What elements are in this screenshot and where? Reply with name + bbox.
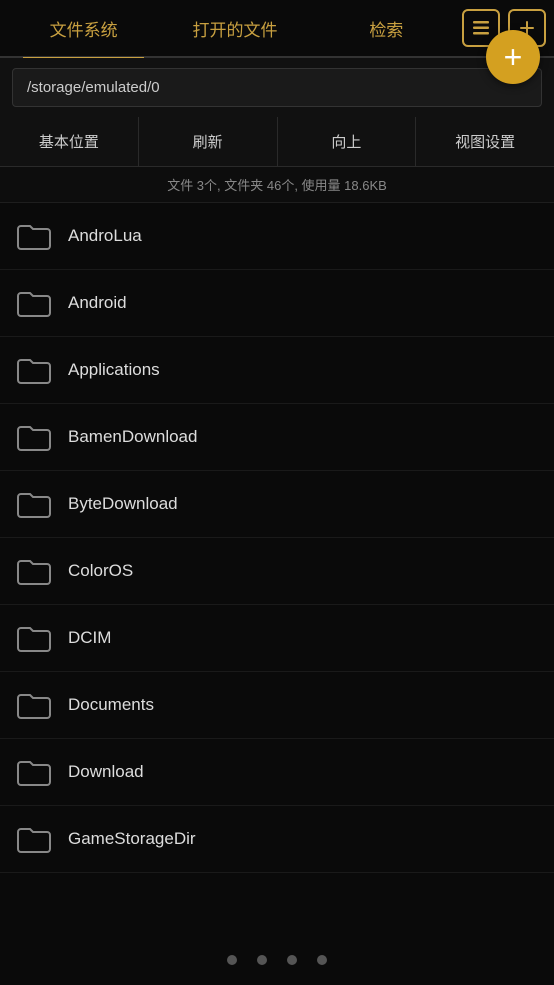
- refresh-button[interactable]: 刷新: [139, 117, 278, 166]
- fab-button[interactable]: +: [486, 30, 540, 84]
- list-item[interactable]: DCIM: [0, 605, 554, 672]
- list-item[interactable]: Documents: [0, 672, 554, 739]
- file-name: Download: [68, 762, 144, 782]
- file-name: AndroLua: [68, 226, 142, 246]
- file-name: ColorOS: [68, 561, 133, 581]
- path-bar[interactable]: /storage/emulated/0: [12, 68, 542, 107]
- page-dot-1[interactable]: [257, 955, 267, 965]
- list-item[interactable]: ColorOS: [0, 538, 554, 605]
- tab-open-files[interactable]: 打开的文件: [159, 0, 310, 57]
- folder-icon: [16, 355, 52, 385]
- folder-icon: [16, 556, 52, 586]
- page-dot-2[interactable]: [287, 955, 297, 965]
- list-item[interactable]: GameStorageDir: [0, 806, 554, 873]
- file-name: GameStorageDir: [68, 829, 196, 849]
- basic-location-button[interactable]: 基本位置: [0, 117, 139, 166]
- folder-icon: [16, 489, 52, 519]
- file-name: Documents: [68, 695, 154, 715]
- file-name: BamenDownload: [68, 427, 197, 447]
- up-button[interactable]: 向上: [278, 117, 417, 166]
- list-item[interactable]: Applications: [0, 337, 554, 404]
- file-list: AndroLua Android Applications BamenDownl…: [0, 203, 554, 926]
- list-item[interactable]: Android: [0, 270, 554, 337]
- file-name: Applications: [68, 360, 160, 380]
- folder-icon: [16, 623, 52, 653]
- page-dot-3[interactable]: [317, 955, 327, 965]
- view-settings-button[interactable]: 视图设置: [416, 117, 554, 166]
- tab-filesystem[interactable]: 文件系统: [8, 0, 159, 57]
- file-name: ByteDownload: [68, 494, 178, 514]
- folder-icon: [16, 690, 52, 720]
- file-name: DCIM: [68, 628, 111, 648]
- file-name: Android: [68, 293, 127, 313]
- folder-icon: [16, 221, 52, 251]
- tab-bar: 文件系统 打开的文件 检索: [0, 0, 554, 58]
- status-bar: 文件 3个, 文件夹 46个, 使用量 18.6KB: [0, 167, 554, 203]
- list-item[interactable]: ByteDownload: [0, 471, 554, 538]
- list-item[interactable]: BamenDownload: [0, 404, 554, 471]
- bottom-dots: [0, 935, 554, 985]
- tab-search[interactable]: 检索: [311, 0, 462, 57]
- page-dot-0[interactable]: [227, 955, 237, 965]
- list-item[interactable]: AndroLua: [0, 203, 554, 270]
- folder-icon: [16, 824, 52, 854]
- path-bar-container: /storage/emulated/0 +: [0, 58, 554, 117]
- action-bar: 基本位置 刷新 向上 视图设置: [0, 117, 554, 167]
- list-item[interactable]: Download: [0, 739, 554, 806]
- folder-icon: [16, 757, 52, 787]
- folder-icon: [16, 422, 52, 452]
- folder-icon: [16, 288, 52, 318]
